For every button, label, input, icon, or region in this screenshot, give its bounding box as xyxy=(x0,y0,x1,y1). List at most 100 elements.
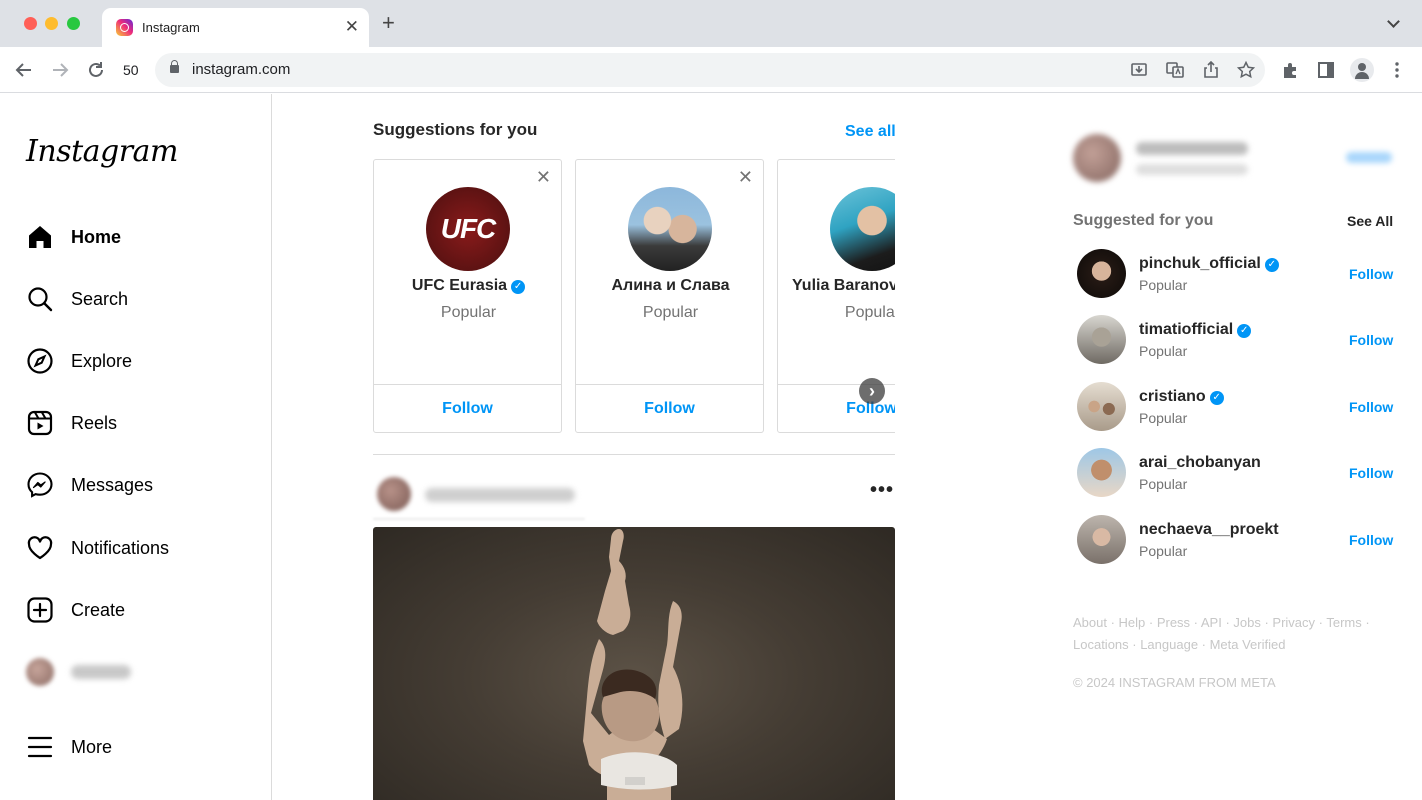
follow-button[interactable]: Follow xyxy=(1349,532,1393,548)
follow-button[interactable]: Follow xyxy=(1349,399,1393,415)
suggested-subtitle: Popular xyxy=(1139,543,1188,559)
sidebar-item-home[interactable]: Home xyxy=(26,217,256,257)
suggested-username[interactable]: nechaeva__proekt xyxy=(1139,521,1279,539)
sidebar-item-messages[interactable]: Messages xyxy=(26,465,256,505)
install-app-icon[interactable] xyxy=(1130,61,1148,79)
current-username-blurred[interactable] xyxy=(1136,142,1248,155)
plus-square-icon xyxy=(27,597,53,623)
sidebar-item-label: Messages xyxy=(71,474,154,495)
browser-tab[interactable]: Instagram ✕ xyxy=(102,8,369,47)
carousel-next-chevron-icon[interactable]: › xyxy=(859,378,885,404)
see-all-suggestions-link[interactable]: See All xyxy=(1347,213,1393,229)
follow-button[interactable]: Follow xyxy=(1349,332,1393,348)
ufc-logo-text: UFC xyxy=(440,213,497,244)
sidebar-item-notifications[interactable]: Notifications xyxy=(26,528,256,568)
switch-account-link-blurred[interactable] xyxy=(1346,152,1392,163)
suggested-username[interactable]: timatiofficial ✓ xyxy=(1139,321,1252,339)
sidebar-item-explore[interactable]: Explore xyxy=(26,341,256,381)
profile-avatar xyxy=(26,658,54,686)
reload-icon[interactable] xyxy=(87,61,105,79)
forward-arrow-icon[interactable] xyxy=(51,61,69,79)
avatar[interactable] xyxy=(1077,448,1126,497)
suggested-user-row: arai_chobanyan Popular Follow xyxy=(1077,448,1397,498)
window-minimize-button[interactable] xyxy=(45,17,58,30)
window-zoom-button[interactable] xyxy=(67,17,80,30)
instagram-logo[interactable]: Instagram xyxy=(26,134,178,169)
tab-close-icon[interactable]: ✕ xyxy=(345,17,359,37)
window-close-button[interactable] xyxy=(24,17,37,30)
follow-button[interactable]: Follow xyxy=(1349,266,1393,282)
heart-icon xyxy=(27,536,53,560)
sidebar-item-more[interactable]: More xyxy=(26,727,256,767)
post-more-options-icon[interactable]: ••• xyxy=(870,479,894,502)
suggested-subtitle: Popular xyxy=(1139,476,1188,492)
translate-icon[interactable] xyxy=(1166,61,1184,79)
follow-button[interactable]: Follow xyxy=(374,400,561,418)
sidebar-item-label: Explore xyxy=(71,350,133,371)
dancer-photo xyxy=(583,529,683,800)
dismiss-icon[interactable]: ✕ xyxy=(536,168,551,186)
messenger-icon xyxy=(27,472,53,498)
see-all-link[interactable]: See all xyxy=(845,123,896,141)
avatar[interactable] xyxy=(1077,382,1126,431)
avatar[interactable]: UFC xyxy=(426,187,510,271)
lock-icon[interactable] xyxy=(170,60,179,73)
profile-label-blurred xyxy=(71,665,131,679)
suggestions-title: Suggestions for you xyxy=(373,120,538,139)
suggested-username[interactable]: pinchuk_official ✓ xyxy=(1139,255,1279,273)
home-icon xyxy=(29,226,51,248)
suggested-user-row: timatiofficial ✓ Popular Follow xyxy=(1077,315,1397,365)
suggested-username[interactable]: cristiano ✓ xyxy=(1139,388,1224,406)
sidebar-item-label: Reels xyxy=(71,412,118,433)
copyright-text: © 2024 INSTAGRAM FROM META xyxy=(1073,675,1276,690)
current-user-avatar[interactable] xyxy=(1073,134,1121,182)
zoom-level[interactable]: 50 xyxy=(123,62,139,78)
sidebar-item-create[interactable]: Create xyxy=(26,590,256,630)
new-tab-button[interactable]: + xyxy=(382,12,395,34)
url-text[interactable]: instagram.com xyxy=(192,61,290,78)
back-arrow-icon[interactable] xyxy=(15,61,33,79)
browser-profile-icon[interactable] xyxy=(1350,58,1374,82)
card-subtitle: Popular xyxy=(642,304,699,321)
post-image[interactable] xyxy=(373,527,895,800)
browser-toolbar: 50 instagram.com xyxy=(0,47,1422,93)
sidebar-item-reels[interactable]: Reels xyxy=(26,403,256,443)
follow-button[interactable]: Follow xyxy=(1349,465,1393,481)
post-author-avatar[interactable] xyxy=(377,477,411,511)
follow-button[interactable]: Follow xyxy=(576,400,763,418)
avatar[interactable] xyxy=(830,187,895,271)
sidebar-nav: Instagram Home Search Explore Reels Mess… xyxy=(0,94,272,800)
sidebar-item-profile[interactable] xyxy=(26,652,256,692)
search-icon xyxy=(28,287,53,312)
side-panel-icon[interactable] xyxy=(1317,61,1335,79)
verified-badge-icon: ✓ xyxy=(1209,391,1224,405)
sidebar-item-label: Search xyxy=(71,288,129,309)
browser-menu-kebab-icon[interactable] xyxy=(1393,61,1401,79)
tab-search-chevron-icon[interactable] xyxy=(1387,15,1400,28)
card-subtitle: Popular xyxy=(844,304,895,321)
card-username[interactable]: Yulia Baranovs xyxy=(778,277,895,295)
extensions-puzzle-icon[interactable] xyxy=(1281,61,1299,79)
sidebar-item-label: More xyxy=(71,736,113,757)
card-divider xyxy=(374,384,561,385)
suggested-subtitle: Popular xyxy=(1139,277,1188,293)
post-author-name-blurred[interactable] xyxy=(425,488,575,502)
avatar[interactable] xyxy=(628,187,712,271)
instagram-favicon-icon xyxy=(116,19,133,36)
reels-icon xyxy=(27,410,53,436)
avatar[interactable] xyxy=(1077,515,1126,564)
share-icon[interactable] xyxy=(1202,61,1220,79)
avatar[interactable] xyxy=(1077,249,1126,298)
suggested-subtitle: Popular xyxy=(1139,343,1188,359)
suggested-username[interactable]: arai_chobanyan xyxy=(1139,454,1261,472)
avatar[interactable] xyxy=(1077,315,1126,364)
footer-links[interactable]: About · Help · Press · API · Jobs · Priv… xyxy=(1073,612,1403,656)
bookmark-star-icon[interactable] xyxy=(1237,61,1255,79)
card-username[interactable]: UFC Eurasia ✓ xyxy=(374,277,563,295)
card-subtitle: Popular xyxy=(440,304,497,321)
sidebar-item-search[interactable]: Search xyxy=(26,279,256,319)
address-bar[interactable]: instagram.com xyxy=(155,53,1265,87)
compass-icon xyxy=(27,348,53,374)
dismiss-icon[interactable]: ✕ xyxy=(738,168,753,186)
card-username[interactable]: Алина и Слава xyxy=(576,277,765,295)
